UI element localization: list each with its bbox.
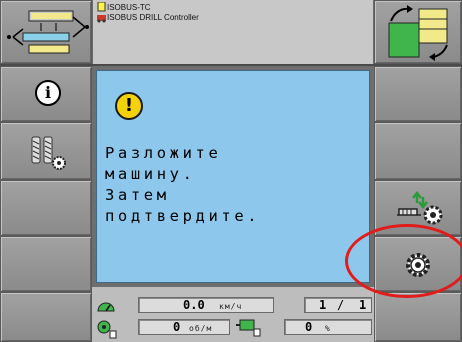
- page-separator: /: [337, 298, 345, 312]
- speed-value: 0.0: [183, 298, 205, 312]
- speed-field: 0.0 км/ч: [138, 297, 274, 313]
- status-area: 0.0 км/ч 1 / 1 0 об/м 0 %: [92, 287, 374, 342]
- field-navigation-icon: [7, 10, 89, 54]
- left-softkey-3[interactable]: [0, 180, 92, 236]
- machine-settings-icon: [31, 136, 66, 170]
- percent-field: 0 %: [284, 319, 372, 335]
- top-left-softkey[interactable]: [0, 0, 92, 64]
- percent-unit: %: [325, 324, 331, 333]
- app-title: ISOBUS-TC: [107, 3, 151, 12]
- right-softkey-1[interactable]: [374, 66, 462, 122]
- warning-icon: !: [115, 92, 143, 120]
- header-panel: ISOBUS-TC ISOBUS DRILL Controller: [92, 0, 374, 64]
- app-subtitle: ISOBUS DRILL Controller: [107, 13, 199, 22]
- page-current: 1: [319, 298, 327, 312]
- document-icon: [97, 2, 106, 12]
- rpm-field: 0 об/м: [138, 319, 230, 335]
- rpm-sensor-icon: [97, 320, 117, 339]
- page-field: 1 / 1: [304, 297, 372, 313]
- rpm-value: 0: [173, 320, 181, 334]
- page-total: 1: [359, 298, 367, 312]
- dialog-message: Разложите машину. Затем подтвердите.: [105, 144, 261, 225]
- fan-icon: [236, 319, 261, 337]
- right-softkey-5[interactable]: [374, 292, 462, 342]
- speedometer-icon: [97, 302, 115, 312]
- percent-value: 0: [305, 320, 313, 334]
- speed-unit: км/ч: [219, 302, 243, 311]
- machine-unfold-icon: [397, 191, 443, 225]
- switch-screen-icon: [388, 5, 448, 61]
- left-softkey-2[interactable]: [0, 122, 92, 180]
- right-softkey-2[interactable]: [374, 122, 462, 180]
- top-right-softkey[interactable]: [374, 0, 462, 64]
- drill-controller-icon: [97, 15, 106, 23]
- left-softkey-5[interactable]: [0, 292, 92, 342]
- left-softkey-1[interactable]: i: [0, 66, 92, 122]
- highlight-ring: [345, 224, 462, 298]
- rpm-unit: об/м: [189, 324, 213, 333]
- left-softkey-4[interactable]: [0, 236, 92, 292]
- info-icon: i: [35, 80, 61, 106]
